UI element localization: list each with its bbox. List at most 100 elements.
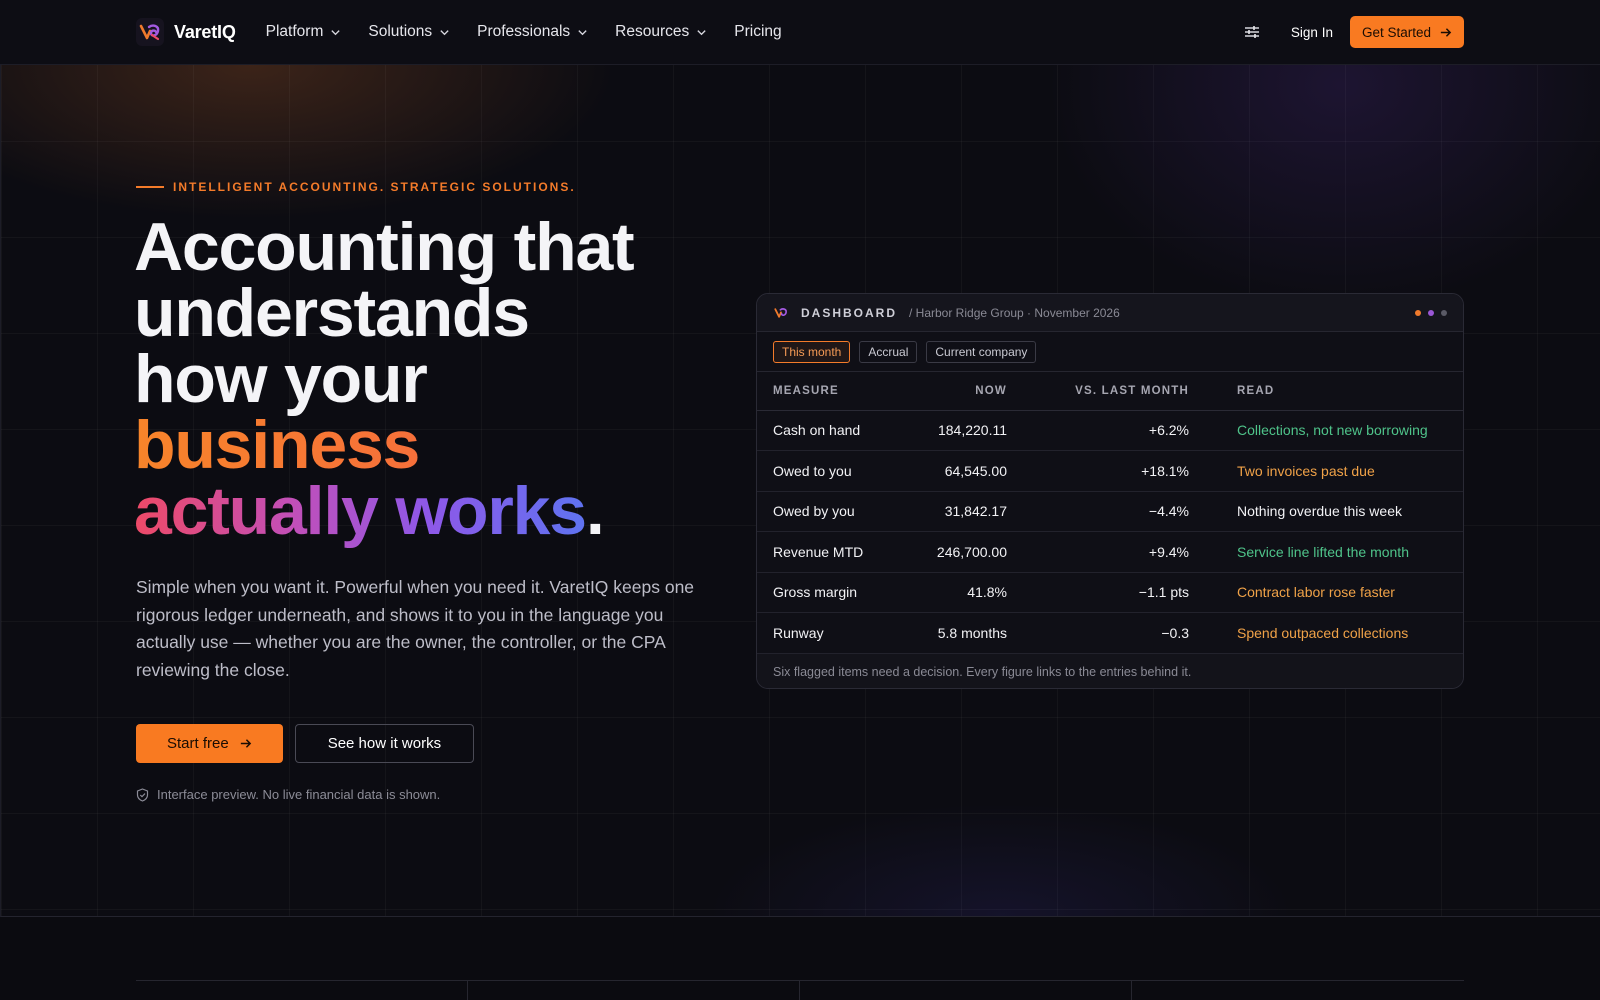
table-row[interactable]: Revenue MTD 246,700.00 +9.4% Service lin… — [757, 531, 1463, 573]
hero-cta-row: Start free See how it works — [136, 724, 475, 763]
cell-read: Service line lifted the month — [1205, 531, 1463, 573]
dashboard-header: DASHBOARD / Harbor Ridge Group · Novembe… — [757, 294, 1463, 332]
cell-vs: +18.1% — [1023, 450, 1205, 492]
cell-vs: −0.3 — [1023, 612, 1205, 654]
start-free-label: Start free — [167, 735, 229, 752]
table-row[interactable]: Owed to you 64,545.00 +18.1% Two invoice… — [757, 450, 1463, 492]
table-row[interactable]: Runway 5.8 months −0.3 Spend outpaced co… — [757, 612, 1463, 654]
cell-now: 64,545.00 — [915, 450, 1023, 492]
nav-item-label: Solutions — [368, 23, 433, 40]
table-row[interactable]: Cash on hand 184,220.11 +6.2% Collection… — [757, 410, 1463, 451]
start-free-button[interactable]: Start free — [136, 724, 283, 763]
nav-item-label: Pricing — [734, 23, 782, 40]
cell-measure: Runway — [757, 612, 915, 654]
get-started-button[interactable]: Get Started — [1349, 16, 1464, 48]
cell-now: 41.8% — [915, 572, 1023, 613]
table-header-row: MEASURE NOW VS. LAST MONTH READ — [757, 372, 1463, 411]
window-dots — [1415, 309, 1447, 316]
nav-links: Platform Solutions Professionals Resourc… — [266, 23, 782, 41]
dashboard-preview: DASHBOARD / Harbor Ridge Group · Novembe… — [756, 293, 1464, 689]
headline-line-3: how your — [134, 341, 428, 417]
headline-line-1: Accounting that — [134, 209, 635, 285]
column-divider — [799, 980, 800, 1000]
filter-current-company[interactable]: Current company — [926, 340, 1037, 363]
dashboard-footer: Six flagged items need a decision. Every… — [757, 653, 1463, 688]
table-row[interactable]: Gross margin 41.8% −1.1 pts Contract lab… — [757, 572, 1463, 613]
preview-disclaimer: Interface preview. No live financial dat… — [136, 787, 440, 802]
hero-eyebrow: INTELLIGENT ACCOUNTING. STRATEGIC SOLUTI… — [136, 180, 576, 194]
cell-now: 5.8 months — [915, 612, 1023, 654]
cell-now: 31,842.17 — [915, 491, 1023, 532]
nav-actions: Sign In Get Started — [1239, 16, 1464, 48]
nav-item-label: Professionals — [477, 23, 571, 40]
dashboard-filters: This month Accrual Current company — [757, 332, 1463, 372]
column-header-read: READ — [1205, 372, 1463, 411]
cell-measure: Owed by you — [757, 491, 915, 532]
dashboard-subtitle: / Harbor Ridge Group · November 2026 — [909, 305, 1120, 320]
headline-line-2: understands — [134, 275, 530, 351]
brand-logo-icon — [136, 18, 164, 46]
cell-read: Two invoices past due — [1205, 450, 1463, 492]
nav-item-pricing[interactable]: Pricing — [734, 23, 781, 41]
chevron-down-icon — [697, 29, 706, 35]
cell-vs: −1.1 pts — [1023, 572, 1205, 613]
cell-read: Contract labor rose faster — [1205, 572, 1463, 613]
next-section — [0, 918, 1600, 1000]
top-nav: VaretIQ Platform Solutions Professionals… — [0, 0, 1600, 65]
arrow-right-icon — [240, 739, 251, 748]
filter-accrual[interactable]: Accrual — [859, 340, 918, 363]
nav-item-label: Resources — [615, 23, 690, 40]
metrics-table: MEASURE NOW VS. LAST MONTH READ Cash on … — [757, 372, 1463, 654]
sign-in-link[interactable]: Sign In — [1291, 25, 1333, 40]
column-divider — [1131, 980, 1132, 1000]
nav-item-label: Platform — [265, 23, 324, 40]
cell-measure: Gross margin — [757, 572, 915, 613]
nav-item-professionals[interactable]: Professionals — [477, 23, 588, 41]
cell-read: Spend outpaced collections — [1205, 612, 1463, 654]
headline-period: . — [585, 473, 605, 549]
status-dot — [1415, 309, 1421, 316]
headline-line-5: actually works. — [134, 477, 734, 545]
nav-item-solutions[interactable]: Solutions — [368, 23, 450, 41]
column-header-measure: MEASURE — [757, 372, 915, 411]
dashboard-title: DASHBOARD — [801, 305, 897, 320]
table-row[interactable]: Owed by you 31,842.17 −4.4% Nothing over… — [757, 491, 1463, 532]
get-started-label: Get Started — [1361, 24, 1431, 40]
filter-this-month[interactable]: This month — [773, 340, 851, 363]
chevron-down-icon — [578, 29, 587, 35]
cell-read: Nothing overdue this week — [1205, 491, 1463, 532]
cell-measure: Revenue MTD — [757, 531, 915, 573]
see-how-it-works-button[interactable]: See how it works — [294, 724, 475, 763]
nav-item-resources[interactable]: Resources — [615, 23, 707, 41]
disclaimer-text: Interface preview. No live financial dat… — [157, 787, 441, 802]
status-dot — [1441, 309, 1447, 316]
cell-now: 246,700.00 — [915, 531, 1023, 573]
shield-check-icon — [136, 787, 149, 802]
arrow-right-icon — [1440, 27, 1452, 37]
cell-vs: +6.2% — [1023, 410, 1205, 451]
brand-name: VaretIQ — [174, 21, 236, 42]
cell-now: 184,220.11 — [915, 410, 1023, 451]
headline-gradient-text: actually works — [134, 473, 587, 549]
chevron-down-icon — [440, 29, 449, 35]
hero-lede: Simple when you want it. Powerful when y… — [136, 577, 695, 680]
section-divider — [136, 980, 1464, 981]
cell-measure: Cash on hand — [757, 410, 915, 451]
hero-headline: Accounting that understands how your bus… — [134, 209, 734, 545]
cell-measure: Owed to you — [757, 450, 915, 492]
dashboard-logo-icon — [773, 305, 789, 321]
chevron-down-icon — [331, 29, 341, 35]
cell-read: Collections, not new borrowing — [1205, 410, 1463, 451]
sliders-icon[interactable] — [1239, 19, 1265, 45]
brand[interactable]: VaretIQ — [136, 18, 236, 46]
nav-item-platform[interactable]: Platform — [266, 23, 342, 41]
status-dot — [1428, 309, 1434, 316]
eyebrow-text: INTELLIGENT ACCOUNTING. STRATEGIC SOLUTI… — [173, 180, 576, 194]
eyebrow-rule — [136, 186, 164, 188]
column-header-now: NOW — [915, 372, 1023, 411]
headline-line-4: business — [134, 411, 734, 479]
column-header-vs: VS. LAST MONTH — [1023, 372, 1205, 411]
column-divider — [467, 980, 468, 1000]
cell-vs: −4.4% — [1023, 491, 1205, 532]
cell-vs: +9.4% — [1023, 531, 1205, 573]
